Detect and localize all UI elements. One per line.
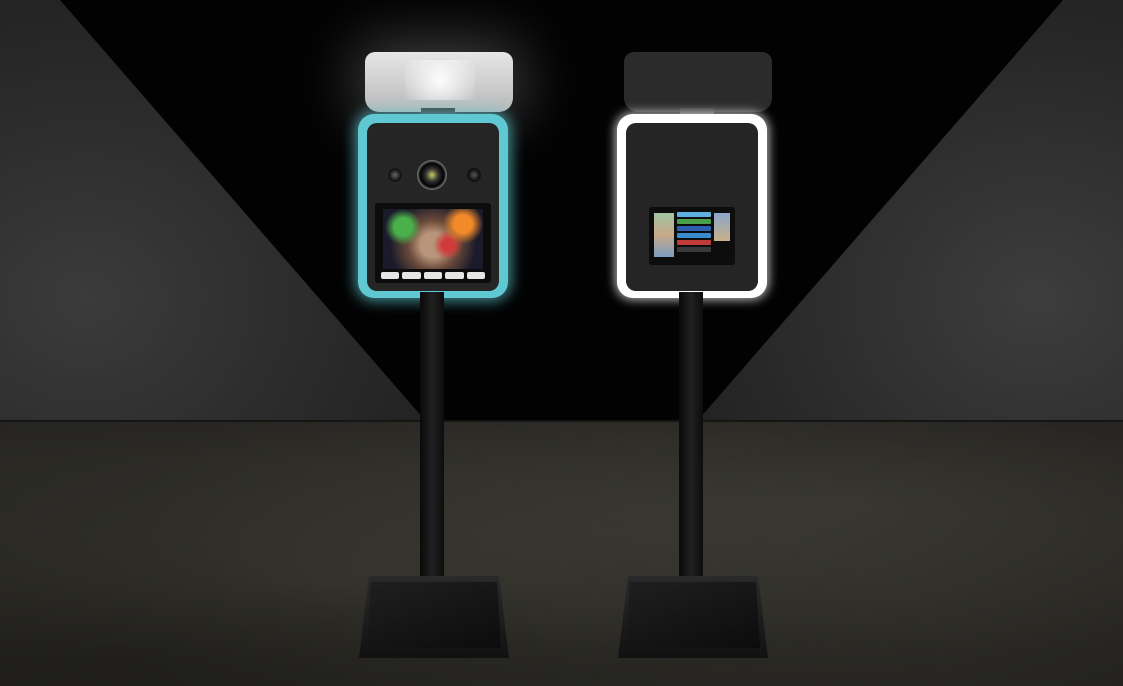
- flash-sensor-icon: [388, 168, 402, 182]
- booth-face: [626, 123, 758, 291]
- screen-photo-strip: [654, 213, 674, 257]
- floor: [0, 422, 1123, 686]
- share-menu-item: [677, 247, 711, 252]
- photo-booth-scene: [0, 0, 1123, 686]
- screen-button-row: [381, 272, 486, 279]
- booth-body-white-frame: [617, 114, 767, 298]
- share-menu-item: [677, 226, 711, 231]
- screen-button: [445, 272, 464, 279]
- ir-sensor-icon: [467, 168, 481, 182]
- stand-base: [359, 576, 509, 658]
- screen-thumbnail: [714, 213, 730, 241]
- touch-screen: [375, 203, 491, 283]
- screen-button: [381, 272, 400, 279]
- share-menu-item: [677, 212, 711, 217]
- light-panel: [365, 52, 513, 112]
- share-menu-item: [677, 233, 711, 238]
- screen-button: [466, 272, 486, 279]
- share-menu-item: [677, 219, 711, 224]
- booth-face: [367, 123, 499, 291]
- booth-body-cyan-frame: [358, 114, 508, 298]
- photo-booth-left: [358, 0, 528, 660]
- screen-button: [402, 272, 421, 279]
- share-menu: [677, 212, 711, 252]
- stand-pole: [420, 292, 444, 610]
- stand-pole: [679, 292, 703, 610]
- camera-lens-icon: [417, 160, 447, 190]
- photo-booth-right: [617, 0, 787, 660]
- share-menu-item: [677, 240, 711, 245]
- touch-screen: [649, 207, 735, 265]
- screen-button: [423, 272, 443, 279]
- light-panel: [624, 52, 772, 112]
- stand-base: [618, 576, 768, 658]
- screen-photo: [383, 209, 483, 269]
